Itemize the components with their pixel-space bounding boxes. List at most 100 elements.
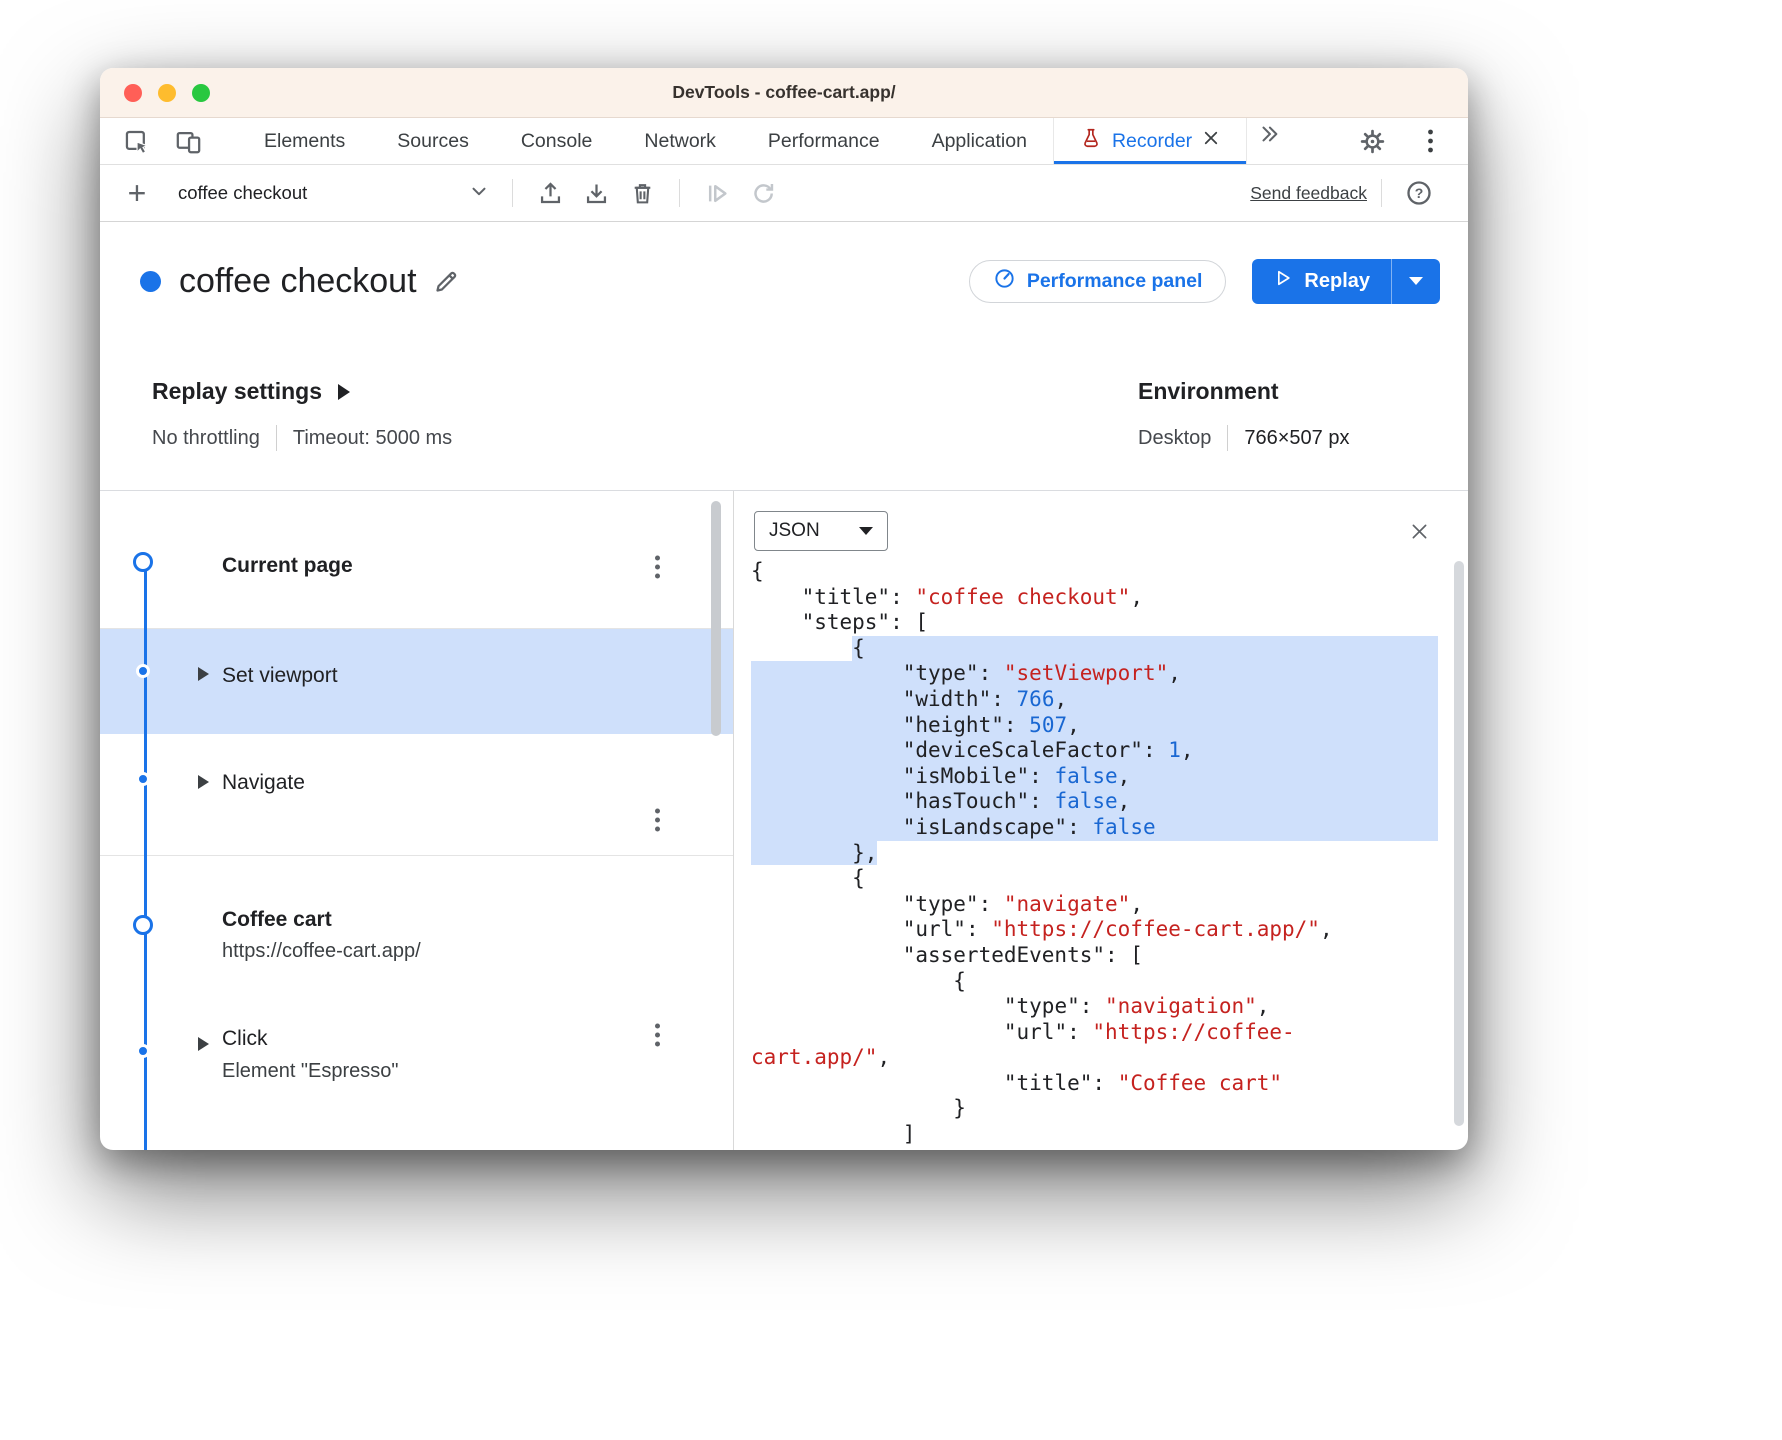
page-marker-icon — [133, 552, 153, 572]
devtools-tab-bar: Elements Sources Console Network Perform… — [100, 118, 1468, 165]
devtools-menu-kebab-icon[interactable] — [1414, 125, 1446, 157]
step-label: Set viewport — [222, 664, 338, 688]
desktop-background: DevTools - coffee-cart.app/ Elements Sou… — [0, 0, 1782, 1440]
tab-bar-right — [1356, 118, 1468, 164]
tab-performance[interactable]: Performance — [742, 118, 906, 164]
replay-split-button: Replay — [1252, 259, 1440, 304]
delete-recording-icon[interactable] — [619, 172, 665, 214]
close-window-button[interactable] — [124, 84, 142, 102]
device-toolbar-icon[interactable] — [172, 125, 204, 157]
tab-sources[interactable]: Sources — [371, 118, 495, 164]
timeline-line — [144, 566, 147, 1150]
step-marker-icon — [136, 772, 150, 786]
environment-block: Environment Desktop 766×507 px — [1138, 378, 1438, 490]
tab-elements[interactable]: Elements — [238, 118, 371, 164]
page-marker-icon — [133, 915, 153, 935]
device-value: Desktop — [1138, 427, 1211, 450]
performance-panel-label: Performance panel — [1027, 270, 1203, 293]
step-detail: Element "Espresso" — [222, 1060, 733, 1083]
main-panels: Current page Set viewport Na — [100, 490, 1468, 1150]
tab-network[interactable]: Network — [618, 118, 742, 164]
tab-label: Elements — [264, 130, 345, 153]
dropdown-arrow-icon — [859, 527, 873, 535]
add-recording-button[interactable]: + — [118, 177, 156, 209]
replay-options-dropdown[interactable] — [1392, 259, 1440, 304]
tab-label: Network — [644, 130, 716, 153]
minimize-window-button[interactable] — [158, 84, 176, 102]
tab-label: Application — [932, 130, 1027, 153]
traffic-lights — [124, 84, 210, 102]
step-over-icon-disabled — [694, 172, 740, 214]
settings-gear-icon[interactable] — [1356, 125, 1388, 157]
step-group-title: Coffee cart — [222, 908, 733, 932]
performance-panel-button[interactable]: Performance panel — [969, 260, 1227, 303]
replay-settings-meta: No throttling Timeout: 5000 ms — [152, 425, 452, 451]
step-marker-icon — [136, 664, 150, 678]
format-select[interactable]: JSON — [754, 511, 888, 551]
close-tab-icon[interactable] — [1202, 129, 1220, 153]
fullscreen-window-button[interactable] — [192, 84, 210, 102]
throttling-value: No throttling — [152, 427, 260, 450]
recording-select[interactable]: coffee checkout — [168, 173, 498, 213]
step-group-url: https://coffee-cart.app/ — [222, 940, 733, 963]
step-group-coffee-cart[interactable]: Coffee cart https://coffee-cart.app/ — [100, 856, 733, 991]
tab-application[interactable]: Application — [906, 118, 1053, 164]
expand-caret-icon — [338, 384, 350, 400]
step-menu-kebab-icon[interactable] — [654, 554, 661, 585]
dropdown-arrow-icon — [1409, 277, 1423, 285]
inspect-element-icon[interactable] — [120, 125, 152, 157]
step-set-viewport-selected[interactable]: Set viewport — [100, 629, 733, 734]
send-feedback-link[interactable]: Send feedback — [1250, 183, 1367, 204]
devtools-window: DevTools - coffee-cart.app/ Elements Sou… — [100, 68, 1468, 1150]
tab-label: Recorder — [1112, 130, 1192, 153]
replay-button[interactable]: Replay — [1252, 259, 1391, 304]
import-recording-icon[interactable] — [527, 172, 573, 214]
tab-bar-tools — [100, 118, 204, 164]
tab-console[interactable]: Console — [495, 118, 619, 164]
steps-scrollbar-thumb[interactable] — [711, 501, 721, 736]
format-select-value: JSON — [769, 520, 820, 542]
replay-settings-label: Replay settings — [152, 378, 322, 405]
tab-recorder-active[interactable]: Recorder — [1053, 118, 1247, 164]
json-panel: JSON { "title": "coffee checkout", "step… — [733, 491, 1468, 1150]
timeout-value: Timeout: 5000 ms — [293, 427, 452, 450]
environment-label: Environment — [1138, 378, 1279, 405]
divider — [276, 425, 277, 451]
window-title: DevTools - coffee-cart.app/ — [672, 82, 895, 103]
expand-step-caret-icon[interactable] — [198, 775, 209, 789]
performance-gauge-icon — [993, 267, 1016, 296]
expand-step-caret-icon[interactable] — [198, 667, 209, 681]
divider — [1381, 179, 1382, 207]
titlebar[interactable]: DevTools - coffee-cart.app/ — [100, 68, 1468, 118]
experiment-flask-icon — [1080, 126, 1102, 156]
export-recording-icon[interactable] — [573, 172, 619, 214]
edit-title-pencil-icon[interactable] — [431, 265, 463, 297]
tab-label: Console — [521, 130, 593, 153]
settings-section: Replay settings No throttling Timeout: 5… — [100, 340, 1468, 490]
expand-step-caret-icon[interactable] — [198, 1037, 209, 1051]
play-icon — [1273, 268, 1293, 294]
tab-label: Sources — [397, 130, 469, 153]
step-click-espresso[interactable]: Click Element "Espresso" — [100, 991, 733, 1150]
restart-replay-icon-disabled — [740, 172, 786, 214]
step-marker-icon — [136, 1044, 150, 1058]
tab-label: Performance — [768, 130, 880, 153]
recording-title: coffee checkout — [179, 262, 417, 301]
step-label: Navigate — [222, 771, 305, 795]
step-group-current-page[interactable]: Current page — [100, 491, 733, 629]
recording-select-value: coffee checkout — [178, 182, 307, 204]
step-label: Click — [222, 1027, 733, 1051]
header-actions: Performance panel Replay — [969, 259, 1440, 304]
json-scrollbar-thumb[interactable] — [1454, 561, 1464, 1126]
close-panel-icon[interactable] — [1404, 516, 1434, 546]
help-icon[interactable]: ? — [1396, 172, 1442, 214]
recorder-toolbar: + coffee checkout — [100, 165, 1468, 222]
more-tabs-icon[interactable] — [1253, 118, 1285, 150]
replay-settings-header[interactable]: Replay settings — [152, 378, 452, 405]
json-panel-header: JSON — [734, 509, 1468, 553]
step-navigate[interactable]: Navigate — [100, 734, 733, 856]
chevron-down-icon — [468, 180, 490, 207]
recording-dot-icon — [140, 271, 161, 292]
environment-meta: Desktop 766×507 px — [1138, 425, 1438, 451]
json-code-view[interactable]: { "title": "coffee checkout", "steps": [… — [734, 559, 1468, 1148]
